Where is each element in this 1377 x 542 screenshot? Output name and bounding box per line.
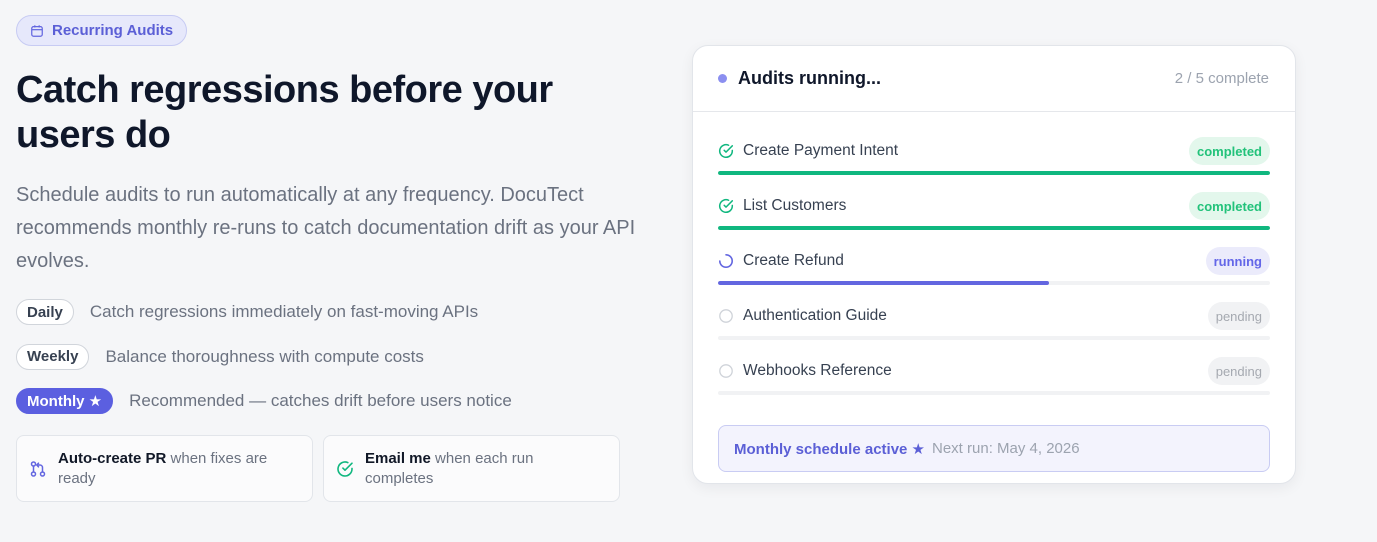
hero-description: Schedule audits to run automatically at … bbox=[16, 184, 636, 272]
task-row: Create Refund running bbox=[718, 247, 1270, 275]
task-row: Webhooks Reference pending bbox=[718, 357, 1270, 385]
completion-count: 2 / 5 complete bbox=[1174, 70, 1269, 87]
status-badge: running bbox=[1205, 247, 1270, 275]
audit-task-item: Webhooks Reference pending bbox=[718, 357, 1270, 412]
spinner-icon bbox=[719, 254, 733, 268]
feature-card-email: Email me when each run completes bbox=[323, 435, 620, 502]
frequency-option-monthly[interactable]: Monthly ★ Recommended — catches drift be… bbox=[16, 387, 636, 415]
status-dot bbox=[718, 74, 727, 83]
frequency-chip-daily[interactable]: Daily bbox=[16, 299, 74, 325]
calendar-icon bbox=[31, 24, 43, 37]
frequency-chip-monthly[interactable]: Monthly ★ bbox=[16, 388, 114, 414]
empty-circle-icon bbox=[719, 309, 733, 323]
progress-track bbox=[718, 336, 1270, 340]
task-row: Create Payment Intent completed bbox=[718, 137, 1270, 165]
feature-text: Email me when each run completes bbox=[365, 449, 534, 487]
frequency-option-daily[interactable]: Daily Catch regressions immediately on f… bbox=[16, 298, 636, 326]
schedule-status-banner: Monthly schedule active ★ Next run: May … bbox=[718, 425, 1270, 472]
frequency-description: Recommended — catches drift before users… bbox=[129, 391, 512, 410]
task-row: Authentication Guide pending bbox=[718, 302, 1270, 330]
status-badge: pending bbox=[1207, 357, 1270, 385]
task-name: Create Refund bbox=[743, 252, 844, 269]
status-badge: completed bbox=[1188, 137, 1270, 165]
frequency-description: Catch regressions immediately on fast-mo… bbox=[89, 302, 479, 321]
audit-task-item: Create Payment Intent completed bbox=[718, 137, 1270, 192]
check-circle-icon bbox=[718, 198, 734, 214]
empty-circle-icon bbox=[719, 364, 733, 378]
frequency-description: Balance thoroughness with compute costs bbox=[105, 346, 424, 366]
schedule-active-label: Monthly schedule active ★ bbox=[734, 440, 925, 458]
check-circle-icon bbox=[337, 460, 353, 477]
audit-task-item: Authentication Guide pending bbox=[718, 302, 1270, 357]
recurring-audits-badge: Recurring Audits bbox=[16, 15, 188, 46]
task-row: List Customers completed bbox=[718, 192, 1270, 220]
progress-fill bbox=[718, 281, 1050, 285]
badge-label: Recurring Audits bbox=[52, 22, 174, 39]
feature-card-auto-pr: Auto-create PR when fixes are ready bbox=[16, 435, 313, 502]
progress-fill bbox=[718, 226, 1270, 230]
audit-progress-panel: Audits running... 2 / 5 complete Create … bbox=[692, 45, 1296, 484]
frequency-option-weekly[interactable]: Weekly Balance thoroughness with compute… bbox=[16, 343, 636, 371]
frequency-chip-weekly[interactable]: Weekly bbox=[16, 343, 90, 370]
hero-section: Recurring Audits Catch regressions befor… bbox=[16, 15, 636, 502]
progress-track bbox=[718, 391, 1270, 395]
progress-track bbox=[718, 171, 1270, 175]
status-badge: pending bbox=[1207, 302, 1270, 330]
task-name: List Customers bbox=[743, 197, 847, 214]
feature-cards: Auto-create PR when fixes are ready Emai… bbox=[16, 435, 636, 502]
next-run-label: Next run: May 4, 2026 bbox=[932, 440, 1080, 457]
panel-title: Audits running... bbox=[738, 68, 881, 88]
progress-track bbox=[718, 281, 1270, 285]
git-pull-request-icon bbox=[30, 460, 46, 477]
audit-task-item: Create Refund running bbox=[718, 247, 1270, 302]
progress-fill bbox=[718, 171, 1270, 175]
feature-text: Auto-create PR when fixes are ready bbox=[58, 449, 268, 487]
task-name: Authentication Guide bbox=[743, 307, 887, 324]
progress-track bbox=[718, 226, 1270, 230]
status-badge: completed bbox=[1188, 192, 1270, 220]
task-name: Webhooks Reference bbox=[743, 362, 892, 379]
audit-task-item: List Customers completed bbox=[718, 192, 1270, 247]
audit-task-list: Create Payment Intent completed List Custo… bbox=[693, 112, 1295, 412]
frequency-list: Daily Catch regressions immediately on f… bbox=[16, 298, 636, 415]
hero-title: Catch regressions before your users do bbox=[16, 69, 553, 156]
panel-header: Audits running... 2 / 5 complete bbox=[693, 46, 1295, 112]
check-circle-icon bbox=[718, 143, 734, 159]
task-name: Create Payment Intent bbox=[743, 142, 899, 159]
